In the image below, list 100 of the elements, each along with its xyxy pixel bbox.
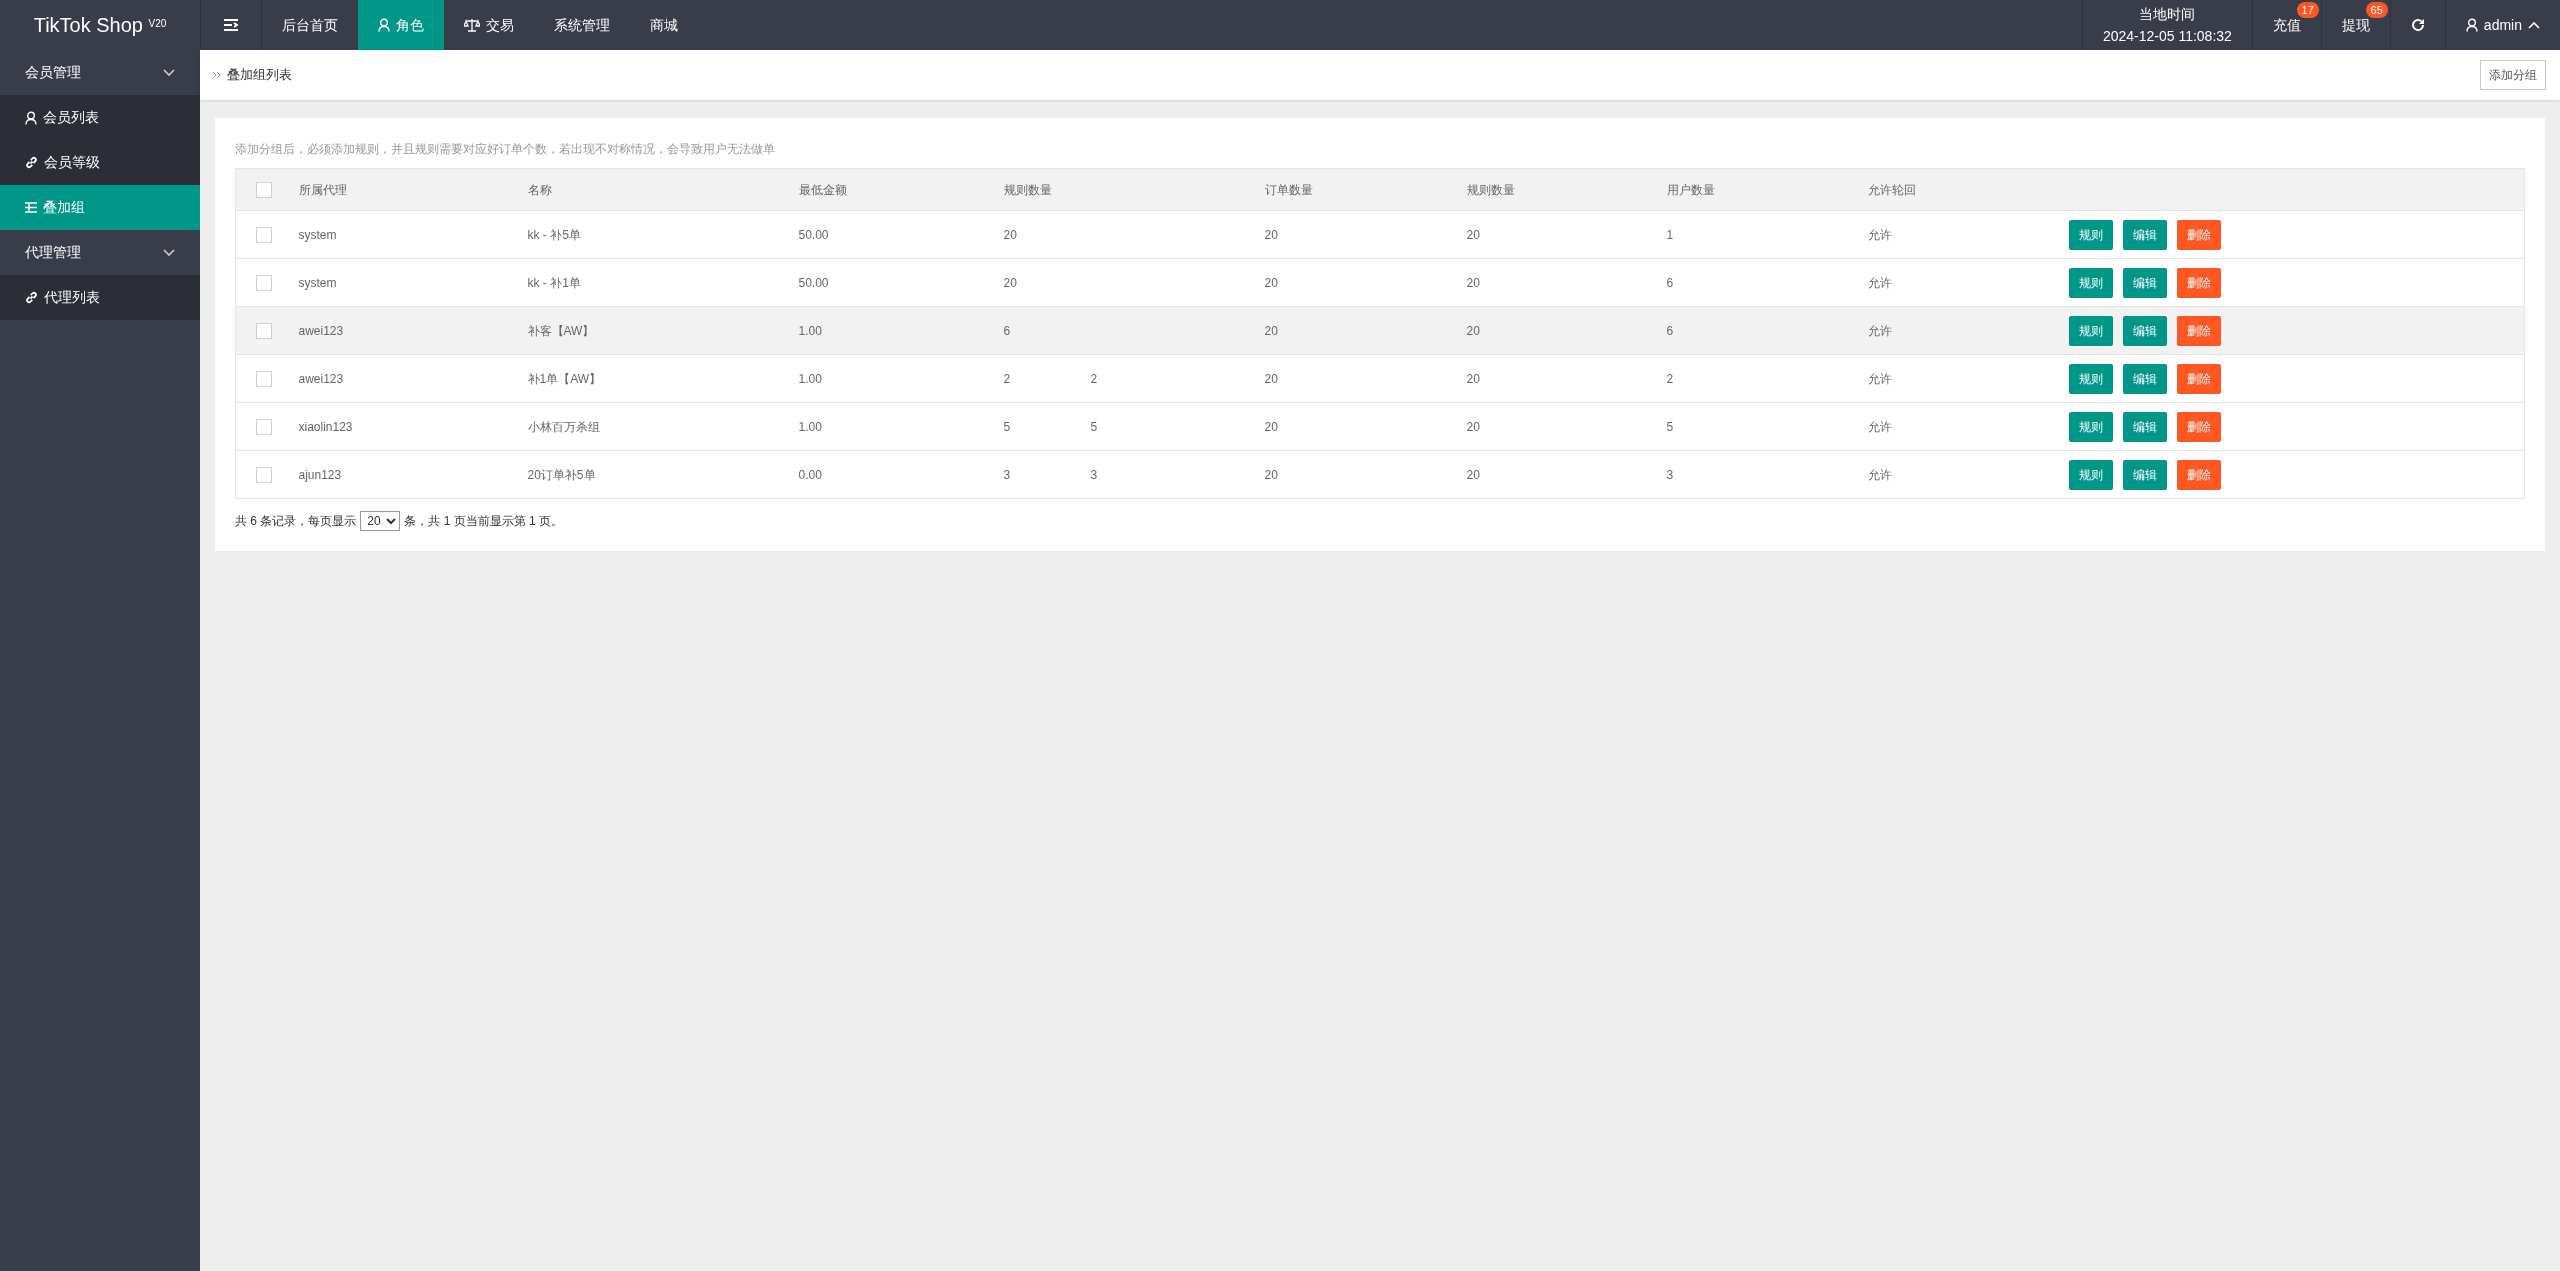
row-checkbox[interactable] bbox=[256, 322, 272, 339]
table-cell: system bbox=[298, 227, 337, 242]
table-cell: 50.00 bbox=[798, 275, 829, 290]
table-cell: kk - 补5单 bbox=[527, 227, 581, 242]
nav-tab[interactable]: 系统管理 bbox=[534, 0, 630, 50]
row-action-button[interactable]: 规则 bbox=[2068, 267, 2113, 298]
table-cell: 20 bbox=[1466, 467, 1480, 482]
row-action-button[interactable]: 编辑 bbox=[2122, 459, 2167, 490]
chevron-down-icon bbox=[163, 68, 175, 77]
user-icon bbox=[2465, 18, 2478, 32]
count-badge: 17 bbox=[2296, 2, 2319, 18]
pagination-text: 共 6 条记录，每页显示 bbox=[235, 513, 357, 530]
table-row[interactable]: xiaolin123 小林百万杀组 1.00 5 5 20 20 5 允许 规则 编辑 删除 bbox=[235, 402, 2525, 451]
table-cell: 20 bbox=[1264, 419, 1278, 434]
table-cell: 20 bbox=[1264, 227, 1278, 242]
row-action-button[interactable]: 编辑 bbox=[2122, 267, 2167, 298]
table-cell: 允许 bbox=[1867, 323, 1892, 338]
table-cell: 1.00 bbox=[798, 419, 822, 434]
row-action-button[interactable]: 编辑 bbox=[2122, 219, 2167, 250]
sidebar-group[interactable]: 代理管理 bbox=[0, 230, 200, 275]
table-cell: xiaolin123 bbox=[298, 419, 353, 434]
row-action-button[interactable]: 删除 bbox=[2176, 267, 2221, 298]
sidebar-item[interactable]: 会员等级 bbox=[0, 140, 200, 185]
table-cell: 5 bbox=[1003, 419, 1011, 434]
table-cell: 补客【AW】 bbox=[527, 323, 595, 338]
table-cell: 允许 bbox=[1867, 419, 1892, 434]
row-action-button[interactable]: 编辑 bbox=[2122, 363, 2167, 394]
table-cell: 6 bbox=[1003, 323, 1011, 338]
sidebar-item[interactable]: 代理列表 bbox=[0, 275, 200, 320]
table-cell: 小林百万杀组 bbox=[527, 419, 600, 434]
hint-text: 添加分组后，必须添加规则，并且规则需要对应好订单个数，若出现不对称情况，会导致用户无法做单 bbox=[235, 141, 776, 158]
table-cell: 3 bbox=[1666, 467, 1674, 482]
column-header: 规则数量 bbox=[1466, 182, 1515, 197]
table-row[interactable]: awei123 补客【AW】 1.00 6 20 20 6 允许 规则 编辑 删除 bbox=[235, 306, 2525, 355]
row-action-button[interactable]: 删除 bbox=[2176, 219, 2221, 250]
table-cell: 20 bbox=[1466, 419, 1480, 434]
breadcrumb-chevron-icon bbox=[212, 71, 221, 79]
table-cell: 6 bbox=[1666, 275, 1674, 290]
nav-tab[interactable]: 交易 bbox=[444, 0, 534, 50]
nav-tab[interactable]: 商城 bbox=[630, 0, 698, 50]
row-action-button[interactable]: 编辑 bbox=[2122, 411, 2167, 442]
menu-icon bbox=[224, 19, 238, 31]
table-cell: awei123 bbox=[298, 371, 344, 386]
table-cell: 允许 bbox=[1867, 227, 1892, 242]
list-icon bbox=[25, 202, 37, 213]
add-group-button[interactable]: 添加分组 bbox=[2480, 60, 2546, 90]
row-checkbox[interactable] bbox=[256, 274, 272, 291]
row-action-button[interactable]: 规则 bbox=[2068, 459, 2113, 490]
row-action-button[interactable]: 编辑 bbox=[2122, 315, 2167, 346]
table-cell: 5 bbox=[1090, 419, 1098, 434]
row-action-button[interactable]: 规则 bbox=[2068, 411, 2113, 442]
table-cell: 允许 bbox=[1867, 467, 1892, 482]
table-cell: 20 bbox=[1466, 371, 1480, 386]
table-cell: 20 bbox=[1264, 323, 1278, 338]
table-cell: 50.00 bbox=[798, 227, 829, 242]
table-cell: 1 bbox=[1666, 227, 1674, 242]
table-cell: 20 bbox=[1466, 323, 1480, 338]
table-cell: kk - 补1单 bbox=[527, 275, 581, 290]
row-checkbox[interactable] bbox=[256, 370, 272, 387]
table-cell: 20 bbox=[1003, 227, 1017, 242]
row-action-button[interactable]: 规则 bbox=[2068, 363, 2113, 394]
refresh-icon bbox=[2410, 18, 2425, 32]
row-checkbox[interactable] bbox=[256, 181, 272, 198]
column-header: 最低金额 bbox=[798, 182, 847, 197]
table-cell: 20 bbox=[1466, 275, 1480, 290]
sidebar-item[interactable]: 叠加组 bbox=[0, 185, 200, 230]
nav-tab[interactable]: 角色 bbox=[358, 0, 444, 50]
row-action-button[interactable]: 规则 bbox=[2068, 315, 2113, 346]
user-icon bbox=[25, 110, 37, 125]
row-action-button[interactable]: 删除 bbox=[2176, 315, 2221, 346]
table-cell: 20 bbox=[1264, 467, 1278, 482]
row-action-button[interactable]: 规则 bbox=[2068, 219, 2113, 250]
scale-icon bbox=[464, 18, 480, 32]
sidebar-group[interactable]: 会员管理 bbox=[0, 50, 200, 95]
chevron-down-icon bbox=[163, 248, 175, 257]
table-row[interactable]: ajun123 20订单补5单 0.00 3 3 20 20 3 允许 规则 编辑 删除 bbox=[235, 450, 2525, 499]
row-action-button[interactable]: 删除 bbox=[2176, 459, 2221, 490]
table-row[interactable]: awei123 补1单【AW】 1.00 2 2 20 20 2 允许 规则 编辑 删除 bbox=[235, 354, 2525, 403]
table-cell: 3 bbox=[1003, 467, 1011, 482]
row-action-button[interactable]: 删除 bbox=[2176, 411, 2221, 442]
nav-tab[interactable]: 后台首页 bbox=[262, 0, 358, 50]
row-checkbox[interactable] bbox=[256, 418, 272, 435]
table-cell: 允许 bbox=[1867, 371, 1892, 386]
page-size-select[interactable]: 20 bbox=[360, 511, 401, 531]
table-row[interactable]: system kk - 补5单 50.00 20 20 20 1 允许 规则 编辑 删除 bbox=[235, 210, 2525, 259]
table-row[interactable]: system kk - 补1单 50.00 20 20 20 6 允许 规则 编辑 删除 bbox=[235, 258, 2525, 307]
table-cell: 20 bbox=[1264, 371, 1278, 386]
table-cell: 2 bbox=[1090, 371, 1098, 386]
breadcrumb[interactable]: 叠加组列表 bbox=[227, 65, 292, 85]
link-icon bbox=[25, 156, 38, 169]
table-cell: 20 bbox=[1264, 275, 1278, 290]
column-header: 订单数量 bbox=[1264, 182, 1313, 197]
row-checkbox[interactable] bbox=[256, 226, 272, 243]
table-cell: 1.00 bbox=[798, 323, 822, 338]
link-icon bbox=[25, 291, 38, 304]
count-badge: 65 bbox=[2365, 2, 2388, 18]
table-cell: awei123 bbox=[298, 323, 344, 338]
row-checkbox[interactable] bbox=[256, 466, 272, 483]
row-action-button[interactable]: 删除 bbox=[2176, 363, 2221, 394]
sidebar-item[interactable]: 会员列表 bbox=[0, 95, 200, 140]
